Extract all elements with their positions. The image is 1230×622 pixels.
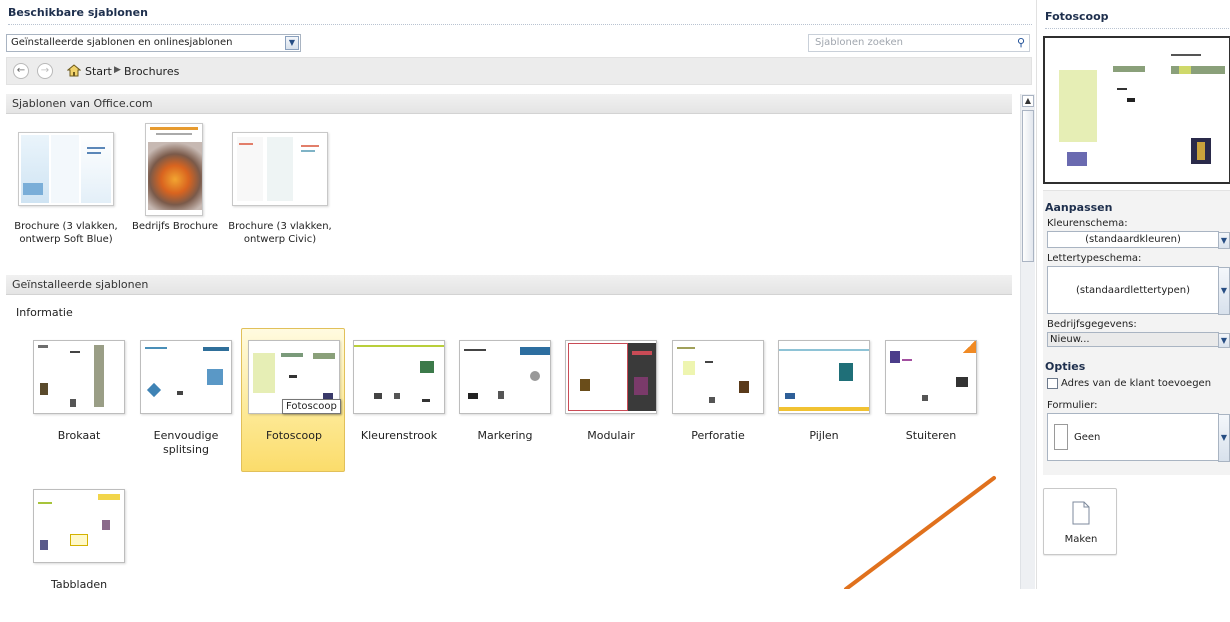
template-name: Brokaat [57, 429, 101, 442]
font-scheme-label: Lettertypeschema: [1047, 253, 1142, 264]
chevron-down-icon[interactable]: ▼ [1218, 232, 1230, 249]
template-tile-markering[interactable]: Markering [453, 329, 557, 473]
customer-address-label[interactable]: Adres van de klant toevoegen [1061, 378, 1211, 389]
form-select[interactable]: Geen ▼ [1047, 413, 1230, 462]
template-thumbnail[interactable] [140, 340, 232, 414]
template-thumbnail[interactable] [18, 132, 114, 206]
template-source-value: Geïnstalleerde sjablonen en onlinesjablo… [11, 37, 233, 48]
template-thumbnail[interactable] [459, 340, 551, 414]
chevron-down-icon[interactable]: ▼ [1218, 414, 1230, 462]
template-tile-kleurenstrook[interactable]: Kleurenstrook [347, 329, 451, 473]
template-tooltip: Fotoscoop [282, 399, 341, 414]
create-button-label: Maken [1064, 534, 1098, 545]
template-name: Tabbladen [50, 578, 108, 591]
blank-form-icon [1054, 424, 1068, 450]
chevron-down-icon[interactable]: ▼ [1218, 267, 1230, 315]
template-thumbnail[interactable] [565, 340, 657, 414]
template-tile-stuiteren[interactable]: Stuiteren [879, 329, 983, 473]
templates-scrollbar[interactable]: ▲ [1020, 94, 1035, 589]
template-name: Pijlen [809, 429, 839, 442]
template-thumbnail[interactable] [672, 340, 764, 414]
group-label: Informatie [16, 306, 73, 319]
annotation-arrow [844, 476, 996, 589]
scrollbar-thumb[interactable] [1022, 110, 1034, 262]
business-info-value: Nieuw... [1050, 334, 1090, 345]
office-section-title: Sjablonen van Office.com [12, 97, 153, 110]
create-button[interactable]: Maken [1043, 488, 1117, 555]
chevron-down-icon[interactable]: ▼ [285, 36, 299, 50]
template-preview-image [1043, 36, 1230, 184]
installed-section-title: Geïnstalleerde sjablonen [12, 278, 149, 291]
template-thumbnail[interactable] [778, 340, 870, 414]
customize-heading: Aanpassen [1045, 201, 1113, 214]
template-tile-modulair[interactable]: Modulair [559, 329, 663, 473]
template-tile-eenvoudige-splitsing[interactable]: Eenvoudige splitsing [134, 329, 238, 473]
forward-arrow-icon[interactable]: → [37, 63, 53, 79]
template-label: Brochure (3 vlakken, ontwerp Soft Blue) [14, 221, 118, 245]
form-label: Formulier: [1047, 400, 1098, 411]
title-divider [8, 24, 1032, 25]
template-name: Fotoscoop [266, 429, 322, 442]
template-search-input[interactable]: Sjablonen zoeken ⚲ [808, 34, 1030, 52]
home-icon[interactable] [67, 64, 81, 77]
template-thumbnail[interactable] [232, 132, 328, 206]
template-thumbnail[interactable] [145, 123, 203, 216]
back-arrow-icon[interactable]: ← [13, 63, 29, 79]
template-name: Kleurenstrook [360, 429, 438, 442]
business-info-select[interactable]: Nieuw... ▼ [1047, 332, 1230, 348]
template-tile-tabbladen[interactable]: Tabbladen [27, 478, 131, 622]
search-placeholder: Sjablonen zoeken [815, 37, 903, 48]
template-name: Markering [477, 429, 533, 442]
chevron-up-icon[interactable]: ▲ [1022, 95, 1034, 107]
color-scheme-select[interactable]: (standaardkleuren) ▼ [1047, 231, 1230, 249]
options-heading: Opties [1045, 360, 1086, 373]
breadcrumb-start[interactable]: Start [85, 65, 112, 78]
template-thumbnail[interactable] [33, 489, 125, 563]
breadcrumb: ← → Start ▶ Brochures [6, 57, 1032, 85]
business-info-label: Bedrijfsgegevens: [1047, 319, 1137, 330]
template-name: Eenvoudige splitsing [153, 429, 219, 456]
font-scheme-value: (standaardlettertypen) [1076, 285, 1190, 296]
color-scheme-value: (standaardkleuren) [1085, 234, 1181, 245]
form-value: Geen [1074, 432, 1101, 443]
font-scheme-select[interactable]: (standaardlettertypen) ▼ [1047, 266, 1230, 315]
preview-title: Fotoscoop [1045, 10, 1109, 23]
office-section-header: Sjablonen van Office.com [6, 94, 1012, 114]
customer-address-checkbox[interactable] [1047, 378, 1058, 389]
template-name: Perforatie [691, 429, 745, 442]
template-thumbnail[interactable] [33, 340, 125, 414]
template-name: Stuiteren [905, 429, 957, 442]
template-name: Modulair [587, 429, 635, 442]
template-source-select[interactable]: Geïnstalleerde sjablonen en onlinesjablo… [6, 34, 301, 52]
new-document-icon [1072, 501, 1090, 525]
installed-section-header: Geïnstalleerde sjablonen [6, 275, 1012, 295]
template-thumbnail[interactable] [353, 340, 445, 414]
template-tile-pijlen[interactable]: Pijlen [772, 329, 876, 473]
template-label: Bedrijfs Brochure [131, 221, 219, 232]
color-scheme-label: Kleurenschema: [1047, 218, 1128, 229]
template-thumbnail[interactable] [885, 340, 977, 414]
page-title: Beschikbare sjablonen [8, 6, 148, 19]
breadcrumb-separator-icon: ▶ [114, 65, 121, 75]
chevron-down-icon[interactable]: ▼ [1218, 333, 1230, 348]
preview-divider [1045, 28, 1230, 29]
breadcrumb-brochures[interactable]: Brochures [124, 65, 179, 78]
template-tile-perforatie[interactable]: Perforatie [666, 329, 770, 473]
search-icon[interactable]: ⚲ [1017, 36, 1025, 49]
template-label: Brochure (3 vlakken, ontwerp Civic) [228, 221, 332, 245]
template-tile-brokaat[interactable]: Brokaat [27, 329, 131, 473]
